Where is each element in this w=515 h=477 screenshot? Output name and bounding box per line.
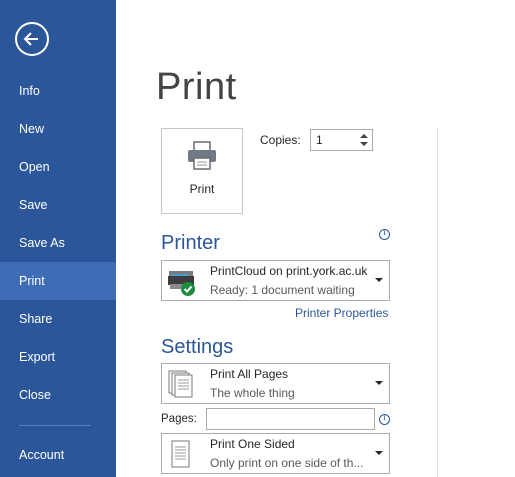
preview-divider: [437, 128, 438, 477]
printer-dropdown[interactable]: PrintCloud on print.york.ac.uk Ready: 1 …: [161, 260, 390, 301]
nav-item-info[interactable]: Info: [0, 72, 116, 110]
copies-value: 1: [316, 133, 323, 147]
print-button[interactable]: Print: [161, 128, 243, 214]
pages-input[interactable]: [206, 408, 375, 430]
printer-icon: [188, 141, 216, 170]
nav-item-close[interactable]: Close: [0, 376, 116, 414]
nav-item-print[interactable]: Print: [0, 262, 116, 300]
printer-properties-link[interactable]: Printer Properties: [295, 306, 388, 320]
nav-item-export[interactable]: Export: [0, 338, 116, 376]
pages-stack-icon: [168, 370, 193, 398]
settings-heading: Settings: [161, 336, 234, 358]
printer-info-icon[interactable]: [379, 228, 390, 240]
pages-info-icon[interactable]: [379, 413, 390, 425]
backstage-sidebar: Info New Open Save Save As Print Share E…: [0, 0, 116, 477]
spin-down-icon[interactable]: [358, 140, 370, 149]
printer-ready-icon: [168, 271, 195, 296]
nav-item-share[interactable]: Share: [0, 300, 116, 338]
spin-up-icon[interactable]: [358, 131, 370, 140]
one-sided-page-icon: [171, 440, 190, 468]
printer-status: Ready: 1 document waiting: [210, 283, 355, 297]
chevron-down-icon: [375, 278, 383, 282]
nav-item-save[interactable]: Save: [0, 186, 116, 224]
nav-item-open[interactable]: Open: [0, 148, 116, 186]
nav-item-save-as[interactable]: Save As: [0, 224, 116, 262]
print-sides-dropdown[interactable]: Print One Sided Only print on one side o…: [161, 433, 390, 474]
back-button[interactable]: [15, 22, 49, 56]
printer-name: PrintCloud on print.york.ac.uk: [210, 264, 368, 278]
nav-item-account[interactable]: Account: [0, 436, 116, 474]
print-pages-title: Print All Pages: [210, 367, 289, 381]
pages-label: Pages:: [161, 413, 197, 425]
page-title: Print: [156, 66, 237, 108]
nav-item-new[interactable]: New: [0, 110, 116, 148]
print-sides-subtitle: Only print on one side of th...: [210, 456, 364, 470]
back-arrow-icon: [23, 32, 38, 46]
print-button-label: Print: [189, 182, 215, 196]
chevron-down-icon: [375, 451, 383, 455]
sidebar-divider: [19, 425, 91, 426]
copies-stepper[interactable]: 1: [310, 129, 373, 151]
copies-label: Copies:: [260, 133, 301, 147]
printer-heading: Printer: [161, 232, 220, 254]
print-pages-subtitle: The whole thing: [210, 386, 295, 400]
chevron-down-icon: [375, 381, 383, 385]
print-pages-dropdown[interactable]: Print All Pages The whole thing: [161, 363, 390, 404]
print-sides-title: Print One Sided: [210, 437, 295, 451]
